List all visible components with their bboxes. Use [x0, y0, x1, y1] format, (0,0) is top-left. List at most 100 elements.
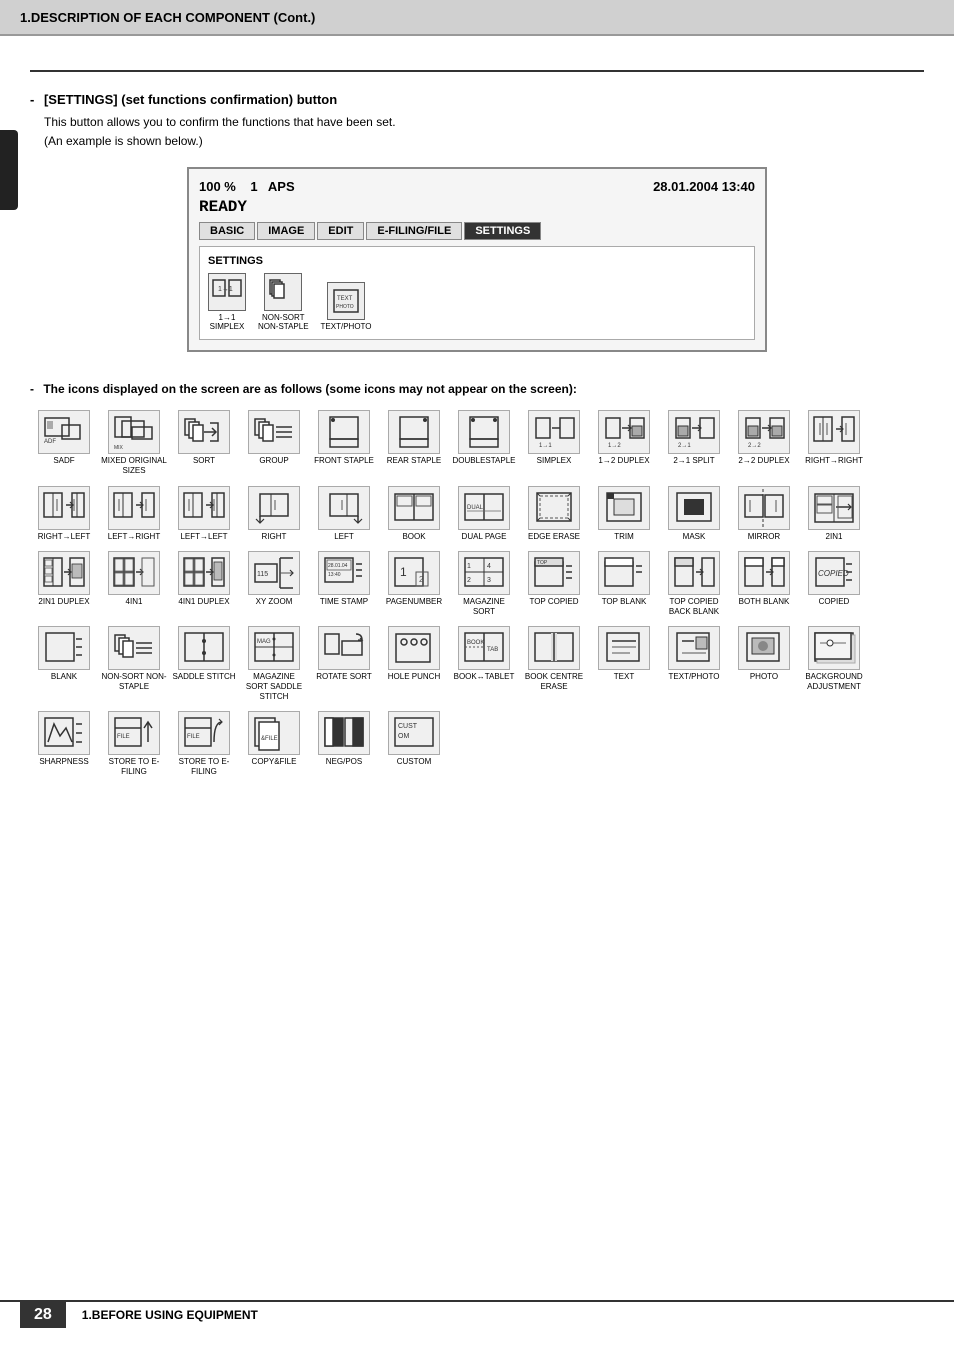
svg-text:2: 2: [419, 575, 424, 584]
icon-magazine-sort-saddle: MAG MAGAZINE SORT SADDLE STITCH: [240, 626, 308, 701]
icon-label-saddle-stitch: SADDLE STITCH: [172, 672, 235, 682]
icon-store-efiling-1: FILE STORE TO E-FILING: [100, 711, 168, 776]
icon-label-2-2-duplex: 2→2 DUPLEX: [738, 456, 789, 466]
dash1: -: [30, 92, 34, 107]
icon-label-magazine-sort-saddle: MAGAZINE SORT SADDLE STITCH: [241, 672, 307, 701]
icon-time-stamp: 28.01.04 13:40 TIME STAMP: [310, 551, 378, 616]
svg-text:2→1: 2→1: [678, 443, 691, 449]
svg-text:13:40: 13:40: [328, 572, 341, 578]
svg-text:1→1: 1→1: [539, 443, 552, 449]
icon-label-simplex: SIMPLEX: [537, 456, 572, 466]
icon-left-right: LEFT→RIGHT: [100, 486, 168, 542]
top-divider: [30, 70, 924, 72]
icon-right: RIGHT: [240, 486, 308, 542]
icon-copied: COPIED COPIED: [800, 551, 868, 616]
icon-label-1-2-duplex: 1→2 DUPLEX: [598, 456, 649, 466]
header-title: 1.DESCRIPTION OF EACH COMPONENT (Cont.): [20, 10, 315, 25]
footer-text: 1.BEFORE USING EQUIPMENT: [82, 1308, 258, 1322]
icon-book-tablet: BOOK TAB BOOK↔TABLET: [450, 626, 518, 701]
icon-label-copy-file: COPY&FILE: [252, 757, 297, 767]
icon-simplex: 1→1 SIMPLEX: [520, 410, 588, 475]
screen-top-bar: 100 % 1 APS 28.01.2004 13:40: [199, 179, 755, 194]
icon-sadf: ADF SADF: [30, 410, 98, 475]
icon-text-photo: TEXT/PHOTO: [660, 626, 728, 701]
icon-label-left-left: LEFT→LEFT: [180, 532, 227, 542]
main-content: - [SETTINGS] (set functions confirmation…: [0, 36, 954, 812]
icon-label-trim: TRIM: [614, 532, 634, 542]
icon-top-copied: TOP TOP COPIED: [520, 551, 588, 616]
icon-right-left: RIGHT→LEFT: [30, 486, 98, 542]
icon-1-2-duplex: 1→2 1→2 DUPLEX: [590, 410, 658, 475]
icon-2in1: 2IN1: [800, 486, 868, 542]
icon-top-blank: TOP BLANK: [590, 551, 658, 616]
tab-edit[interactable]: EDIT: [317, 222, 364, 240]
icon-label-right-right: RIGHT→RIGHT: [805, 456, 863, 466]
icon-double-staple: DOUBLESTAPLE: [450, 410, 518, 475]
icon-label-mixed: MIXED ORIGINAL SIZES: [101, 456, 167, 475]
icon-4in1-duplex: 4IN1 DUPLEX: [170, 551, 238, 616]
icon-label-non-sort-non-staple: NON-SORT NON-STAPLE: [101, 672, 167, 691]
icon-label-xy-zoom: XY ZOOM: [256, 597, 293, 607]
icon-mirror: MIRROR: [730, 486, 798, 542]
icon-label-text: TEXT: [614, 672, 634, 682]
svg-text:CUST: CUST: [398, 723, 418, 730]
screen-tabs: BASIC IMAGE EDIT E-FILING/FILE SETTINGS: [199, 222, 755, 240]
icon-blank: BLANK: [30, 626, 98, 701]
svg-text:1→1: 1→1: [218, 286, 233, 293]
icon-saddle-stitch: SADDLE STITCH: [170, 626, 238, 701]
svg-text:&FILE: &FILE: [261, 736, 278, 742]
left-section-tab: [0, 130, 18, 210]
tab-image[interactable]: IMAGE: [257, 222, 315, 240]
icons-grid: ADF SADF MIX MIXED ORIGINAL SIZES: [30, 410, 924, 782]
icon-left: LEFT: [310, 486, 378, 542]
screen-mockup: 100 % 1 APS 28.01.2004 13:40 READY BASIC…: [187, 167, 767, 352]
settings-line2: (An example is shown below.): [44, 132, 924, 151]
icon-label-right-left: RIGHT→LEFT: [38, 532, 90, 542]
icon-label-copied: COPIED: [819, 597, 850, 607]
svg-text:TAB: TAB: [487, 647, 498, 653]
icon-edge-erase: EDGE ERASE: [520, 486, 588, 542]
svg-text:OM: OM: [398, 733, 409, 740]
icon-sharpness: SHARPNESS: [30, 711, 98, 776]
icon-label-store-efiling-1: STORE TO E-FILING: [101, 757, 167, 776]
icon-label-store-efiling-2: STORE TO E-FILING: [171, 757, 237, 776]
icon-group: GROUP: [240, 410, 308, 475]
settings-heading-text: [SETTINGS] (set functions confirmation) …: [44, 92, 337, 107]
screen-percent: 100 % 1 APS: [199, 179, 295, 194]
svg-text:BOOK: BOOK: [467, 640, 484, 646]
screen-icon-non-sort: NON-SORTNON-STAPLE: [258, 273, 309, 331]
icon-label-time-stamp: TIME STAMP: [320, 597, 368, 607]
svg-text:COPIED: COPIED: [818, 569, 849, 578]
icon-label-photo: PHOTO: [750, 672, 778, 682]
icon-label-right: RIGHT: [262, 532, 287, 542]
icon-label-double-staple: DOUBLESTAPLE: [453, 456, 516, 466]
settings-section-heading: - [SETTINGS] (set functions confirmation…: [30, 92, 924, 107]
svg-text:PHOTO: PHOTO: [336, 304, 354, 310]
icon-2-1-split: 2→1 2→1 SPLIT: [660, 410, 728, 475]
icon-label-custom: CUSTOM: [397, 757, 432, 767]
tab-basic[interactable]: BASIC: [199, 222, 255, 240]
icon-sort: SORT: [170, 410, 238, 475]
icon-non-sort-non-staple: NON-SORT NON-STAPLE: [100, 626, 168, 701]
tab-settings[interactable]: SETTINGS: [464, 222, 541, 240]
icon-text: TEXT: [590, 626, 658, 701]
icon-label-sort: SORT: [193, 456, 215, 466]
icon-hole-punch: HOLE PUNCH: [380, 626, 448, 701]
icon-rotate-sort: ROTATE SORT: [310, 626, 378, 701]
icon-photo: PHOTO: [730, 626, 798, 701]
screen-body: SETTINGS 1→1 1→1SIMPLEX: [199, 246, 755, 340]
page-footer: 28 1.BEFORE USING EQUIPMENT: [0, 1300, 954, 1328]
page-number: 28: [20, 1302, 66, 1328]
icon-label-book-centre-erase: BOOK CENTRE ERASE: [521, 672, 587, 691]
icon-label-2in1-duplex: 2IN1 DUPLEX: [38, 597, 89, 607]
icons-heading-text: The icons displayed on the screen are as…: [43, 382, 576, 396]
icon-label-book-tablet: BOOK↔TABLET: [454, 672, 515, 682]
page-header: 1.DESCRIPTION OF EACH COMPONENT (Cont.): [0, 0, 954, 36]
svg-text:1: 1: [467, 563, 471, 570]
icon-copy-file: &FILE COPY&FILE: [240, 711, 308, 776]
svg-text:MAG: MAG: [257, 639, 271, 645]
tab-efiling[interactable]: E-FILING/FILE: [366, 222, 462, 240]
svg-text:ADF: ADF: [44, 439, 56, 445]
icon-label-background-adjustment: BACKGROUND ADJUSTMENT: [801, 672, 867, 691]
icon-right-right: RIGHT→RIGHT: [800, 410, 868, 475]
